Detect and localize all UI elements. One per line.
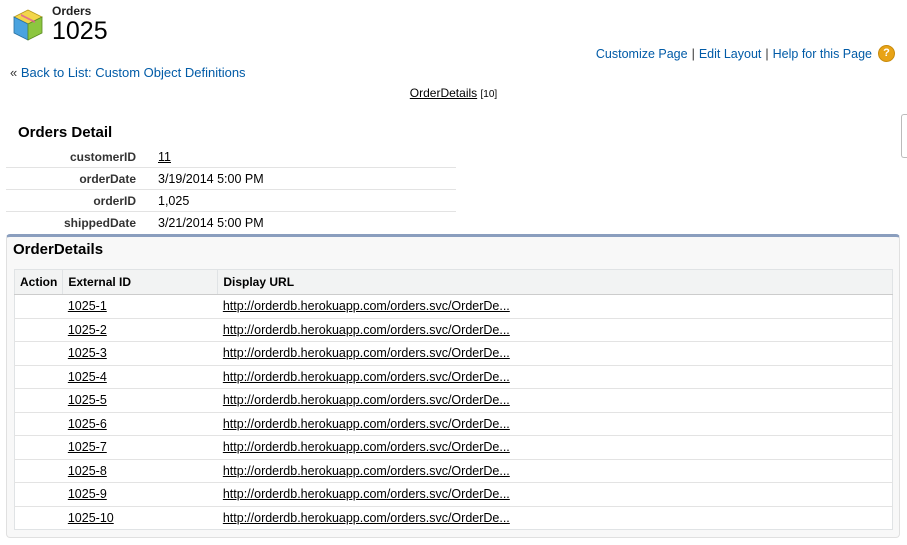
display-url-link[interactable]: http://orderdb.herokuapp.com/orders.svc/… xyxy=(223,417,510,431)
related-list-table: Action External ID Display URL 1025-1 ht… xyxy=(14,269,893,530)
table-row: 1025-4 http://orderdb.herokuapp.com/orde… xyxy=(14,365,893,389)
display-url-cell: http://orderdb.herokuapp.com/orders.svc/… xyxy=(217,294,893,319)
external-id-cell: 1025-9 xyxy=(62,482,218,507)
external-id-link[interactable]: 1025-6 xyxy=(68,417,107,431)
display-url-link[interactable]: http://orderdb.herokuapp.com/orders.svc/… xyxy=(223,346,510,360)
table-header-row: Action External ID Display URL xyxy=(14,269,893,295)
external-id-cell: 1025-6 xyxy=(62,412,218,436)
external-id-cell: 1025-8 xyxy=(62,459,218,483)
column-header-display-url: Display URL xyxy=(217,269,893,295)
display-url-link[interactable]: http://orderdb.herokuapp.com/orders.svc/… xyxy=(223,370,510,384)
action-cell xyxy=(14,435,63,460)
help-icon[interactable]: ? xyxy=(878,45,895,62)
action-cell xyxy=(14,341,63,366)
back-arrow: « xyxy=(10,65,18,80)
customize-page-link[interactable]: Customize Page xyxy=(596,47,688,61)
orderdetails-related-list: OrderDetails Action External ID Display … xyxy=(6,234,900,538)
orderdetails-hover-link[interactable]: OrderDetails xyxy=(410,86,477,100)
display-url-cell: http://orderdb.herokuapp.com/orders.svc/… xyxy=(217,412,893,436)
table-row: 1025-3 http://orderdb.herokuapp.com/orde… xyxy=(14,341,893,366)
action-cell xyxy=(14,412,63,436)
display-url-cell: http://orderdb.herokuapp.com/orders.svc/… xyxy=(217,482,893,507)
external-id-cell: 1025-10 xyxy=(63,506,218,530)
external-id-link[interactable]: 1025-5 xyxy=(68,393,107,407)
table-row: 1025-8 http://orderdb.herokuapp.com/orde… xyxy=(14,459,893,483)
action-cell xyxy=(14,318,63,342)
display-url-cell: http://orderdb.herokuapp.com/orders.svc/… xyxy=(217,388,893,413)
section-title: Orders Detail xyxy=(18,124,113,141)
detail-row-shipped-date: shippedDate 3/21/2014 5:00 PM xyxy=(6,212,456,233)
external-id-cell: 1025-3 xyxy=(62,341,218,366)
external-id-link[interactable]: 1025-9 xyxy=(68,487,107,501)
field-label: orderDate xyxy=(79,171,136,186)
field-value: 1,025 xyxy=(158,193,190,208)
action-cell xyxy=(14,459,63,483)
external-id-link[interactable]: 1025-7 xyxy=(68,440,107,454)
action-cell xyxy=(14,365,63,389)
external-id-cell: 1025-7 xyxy=(62,435,218,460)
table-row: 1025-7 http://orderdb.herokuapp.com/orde… xyxy=(14,435,893,460)
detail-row-order-date: orderDate 3/19/2014 5:00 PM xyxy=(6,168,456,190)
action-cell xyxy=(14,294,63,319)
display-url-cell: http://orderdb.herokuapp.com/orders.svc/… xyxy=(217,318,893,342)
object-type-label: Orders xyxy=(52,4,92,18)
display-url-cell: http://orderdb.herokuapp.com/orders.svc/… xyxy=(217,341,893,366)
breadcrumb: « Back to List: Custom Object Definition… xyxy=(10,65,246,80)
external-id-link[interactable]: 1025-8 xyxy=(68,464,107,478)
back-to-list-link[interactable]: Back to List: Custom Object Definitions xyxy=(21,65,246,80)
field-label: orderID xyxy=(93,193,136,208)
detail-row-order-id: orderID 1,025 xyxy=(6,190,456,212)
table-row: 1025-1 http://orderdb.herokuapp.com/orde… xyxy=(14,294,893,319)
orders-detail-section: Orders Detail customerID 11 orderDate 3/… xyxy=(6,120,456,233)
action-cell xyxy=(14,482,63,507)
edit-layout-link[interactable]: Edit Layout xyxy=(699,47,762,61)
display-url-link[interactable]: http://orderdb.herokuapp.com/orders.svc/… xyxy=(223,299,510,313)
field-label: shippedDate xyxy=(63,215,136,230)
action-cell xyxy=(14,388,63,413)
field-value: 3/21/2014 5:00 PM xyxy=(158,215,264,230)
customer-id-link[interactable]: 11 xyxy=(158,150,171,164)
table-row: 1025-5 http://orderdb.herokuapp.com/orde… xyxy=(14,388,893,413)
action-cell xyxy=(15,506,63,530)
table-row: 1025-6 http://orderdb.herokuapp.com/orde… xyxy=(14,412,893,436)
table-row: 1025-2 http://orderdb.herokuapp.com/orde… xyxy=(14,318,893,342)
field-value: 11 xyxy=(156,150,171,164)
external-id-link[interactable]: 1025-10 xyxy=(68,511,114,525)
external-id-link[interactable]: 1025-4 xyxy=(68,370,107,384)
external-id-cell: 1025-2 xyxy=(62,318,218,342)
display-url-link[interactable]: http://orderdb.herokuapp.com/orders.svc/… xyxy=(223,511,510,525)
column-header-external-id: External ID xyxy=(62,269,219,295)
link-separator: | xyxy=(691,46,695,61)
display-url-cell: http://orderdb.herokuapp.com/orders.svc/… xyxy=(217,365,893,389)
external-id-cell: 1025-4 xyxy=(62,365,218,389)
display-url-link[interactable]: http://orderdb.herokuapp.com/orders.svc/… xyxy=(223,440,510,454)
field-value: 3/19/2014 5:00 PM xyxy=(158,171,264,186)
display-url-link[interactable]: http://orderdb.herokuapp.com/orders.svc/… xyxy=(223,393,510,407)
table-row: 1025-9 http://orderdb.herokuapp.com/orde… xyxy=(14,482,893,507)
help-link[interactable]: Help for this Page xyxy=(773,47,872,61)
related-list-title: OrderDetails xyxy=(13,241,104,258)
display-url-cell: http://orderdb.herokuapp.com/orders.svc/… xyxy=(217,435,893,460)
external-id-link[interactable]: 1025-2 xyxy=(68,323,107,337)
page-title: 1025 xyxy=(52,17,108,45)
display-url-link[interactable]: http://orderdb.herokuapp.com/orders.svc/… xyxy=(223,464,510,478)
sidebar-toggle-tab[interactable] xyxy=(901,114,907,158)
display-url-cell: http://orderdb.herokuapp.com/orders.svc/… xyxy=(217,459,893,483)
orderdetails-count: [10] xyxy=(480,89,498,100)
detail-row-customer-id: customerID 11 xyxy=(6,146,456,168)
external-id-link[interactable]: 1025-3 xyxy=(68,346,107,360)
column-header-action: Action xyxy=(14,269,64,295)
display-url-link[interactable]: http://orderdb.herokuapp.com/orders.svc/… xyxy=(223,323,510,337)
related-list-hover-links: OrderDetails [10] xyxy=(0,86,907,100)
table-row: 1025-10 http://orderdb.herokuapp.com/ord… xyxy=(15,506,893,530)
display-url-cell: http://orderdb.herokuapp.com/orders.svc/… xyxy=(218,506,893,530)
external-id-link[interactable]: 1025-1 xyxy=(68,299,107,313)
page-links: Customize Page | Edit Layout | Help for … xyxy=(596,45,895,62)
link-separator: | xyxy=(765,46,769,61)
external-id-cell: 1025-5 xyxy=(62,388,218,413)
display-url-link[interactable]: http://orderdb.herokuapp.com/orders.svc/… xyxy=(223,487,510,501)
external-id-cell: 1025-1 xyxy=(62,294,218,319)
cube-icon xyxy=(13,9,43,41)
field-label: customerID xyxy=(69,149,136,164)
